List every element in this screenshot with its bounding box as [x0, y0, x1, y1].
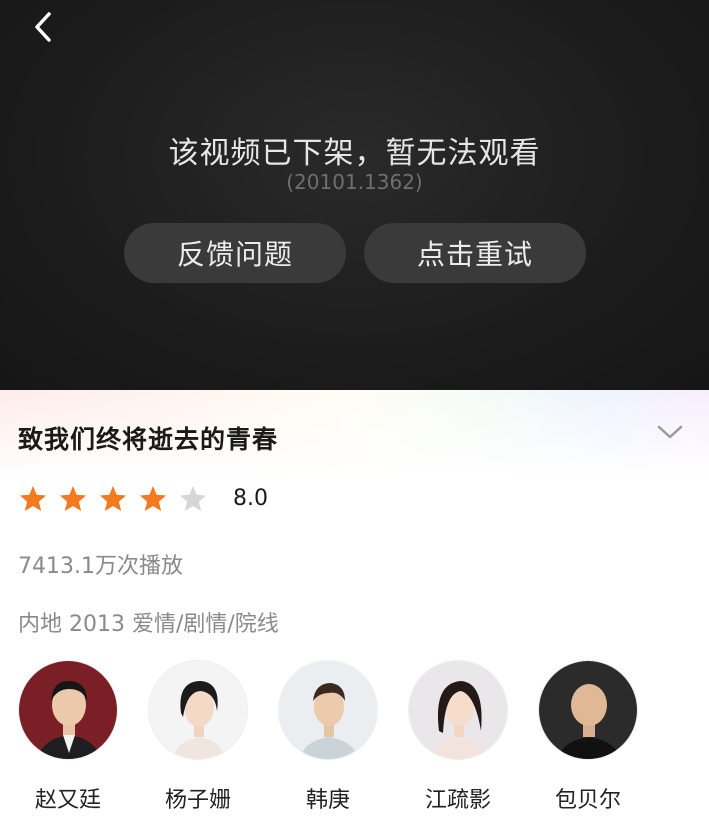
cast-name: 包贝尔 — [554, 788, 621, 813]
play-count: 7413.1万次播放 — [18, 554, 183, 579]
star-icon — [99, 485, 127, 511]
retry-button[interactable]: 点击重试 — [364, 223, 586, 283]
cast-name: 韩庚 — [305, 788, 350, 813]
video-player: 该视频已下架，暂无法观看 (20101.1362) 反馈问题 点击重试 — [0, 0, 709, 390]
avatar — [408, 660, 508, 760]
video-info-panel: 致我们终将逝去的青春 8.0 7413.1万次播放 内地 2013 爱情/剧情/… — [0, 390, 709, 834]
cast-member[interactable]: 江疏影 — [408, 660, 508, 814]
cast-name: 赵又廷 — [34, 788, 101, 813]
unavailable-message: 该视频已下架，暂无法观看 — [168, 136, 541, 171]
star-icon — [19, 485, 47, 511]
star-rating — [18, 484, 218, 514]
feedback-button[interactable]: 反馈问题 — [124, 223, 346, 283]
cast-member[interactable]: 包贝尔 — [538, 660, 638, 814]
star-icon — [59, 485, 87, 511]
cast-member[interactable]: 赵又廷 — [18, 660, 118, 814]
cast-member[interactable]: 杨子姗 — [148, 660, 248, 814]
avatar — [148, 660, 248, 760]
avatar — [538, 660, 638, 760]
cast-list: 赵又廷 杨子姗 韩庚 江疏影 包贝尔 — [18, 660, 668, 814]
back-button[interactable] — [26, 8, 60, 46]
avatar — [18, 660, 118, 760]
rating-score: 8.0 — [233, 486, 268, 511]
error-code: (20101.1362) — [286, 170, 423, 194]
avatar — [278, 660, 378, 760]
star-icon — [179, 485, 207, 511]
chevron-down-icon — [657, 425, 683, 439]
video-meta: 内地 2013 爱情/剧情/院线 — [18, 612, 279, 637]
cast-member[interactable]: 韩庚 — [278, 660, 378, 814]
star-icon — [139, 485, 167, 511]
cast-name: 杨子姗 — [164, 788, 231, 813]
chevron-left-icon — [35, 12, 51, 42]
video-title: 致我们终将逝去的青春 — [18, 425, 279, 454]
expand-button[interactable] — [655, 420, 685, 444]
cast-name: 江疏影 — [424, 788, 491, 813]
